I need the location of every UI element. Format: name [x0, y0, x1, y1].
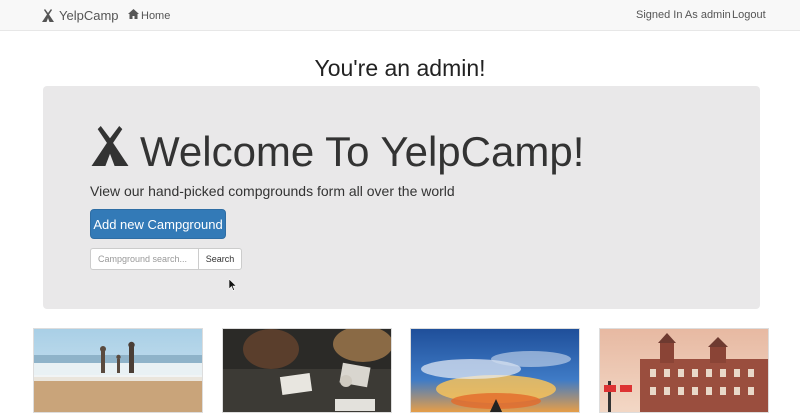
- campground-card-image[interactable]: [410, 328, 580, 413]
- tent-icon: [42, 9, 54, 22]
- navbar: YelpCamp Home Signed In As admin Logout: [0, 0, 800, 31]
- search-form: Search: [90, 248, 242, 270]
- jumbotron-subtitle: View our hand-picked compgrounds form al…: [90, 183, 455, 199]
- home-label: Home: [141, 9, 171, 22]
- home-icon: [128, 9, 139, 22]
- signed-in-link[interactable]: Signed In As admin: [636, 9, 731, 21]
- jumbotron-title-text: Welcome To YelpCamp!: [140, 128, 585, 175]
- campground-search-input[interactable]: [90, 248, 198, 270]
- jumbotron-title: Welcome To YelpCamp!: [90, 126, 584, 178]
- logout-link[interactable]: Logout: [732, 9, 766, 21]
- mouse-cursor-icon: [228, 278, 238, 296]
- jumbotron: Welcome To YelpCamp! View our hand-picke…: [43, 86, 760, 309]
- nav-home-link[interactable]: Home: [128, 9, 170, 22]
- add-campground-button[interactable]: Add new Campground: [90, 209, 226, 239]
- brand-label: YelpCamp: [59, 8, 119, 23]
- tent-icon: [90, 126, 130, 178]
- campground-card-image[interactable]: [599, 328, 769, 413]
- search-button[interactable]: Search: [198, 248, 242, 270]
- admin-heading: You're an admin!: [314, 55, 486, 81]
- brand-link[interactable]: YelpCamp: [42, 7, 119, 24]
- campground-card-image[interactable]: [222, 328, 392, 413]
- campground-card-image[interactable]: [33, 328, 203, 413]
